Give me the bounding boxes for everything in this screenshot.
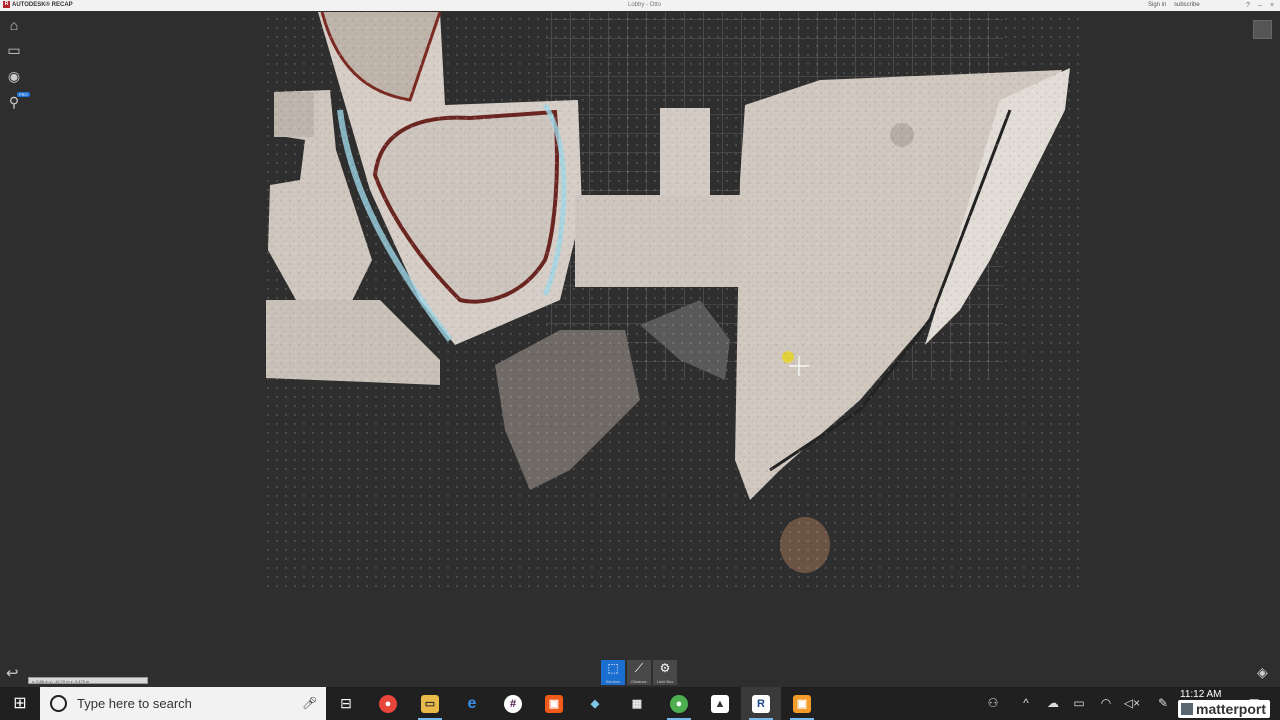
sign-in-link[interactable]: Sign in — [1148, 0, 1166, 11]
matterport-watermark: matterport — [1178, 700, 1271, 718]
volume-muted-icon[interactable]: ◁× — [1121, 687, 1143, 720]
wifi-icon[interactable]: ◠ — [1095, 687, 1117, 720]
orange-app-2-icon[interactable]: ▣ — [782, 687, 822, 720]
orange-app-icon[interactable]: ▣ — [534, 687, 574, 720]
subscribe-link[interactable]: subscribe — [1174, 0, 1200, 11]
minimize-icon[interactable]: – — [1255, 0, 1265, 11]
recap-logo-icon: R — [3, 0, 10, 8]
cortana-icon — [50, 695, 67, 712]
view-cube-button[interactable] — [1253, 20, 1272, 39]
chrome-icon[interactable]: ● — [368, 687, 408, 720]
home-icon[interactable]: ⌂ — [5, 16, 23, 34]
title-bar: R AUTODESK® RECAP Lobby - Otto Sign in su… — [0, 0, 1280, 11]
coordinate-readout: x: 0.86 m y: -10.70 m z: 3.470 m — [28, 677, 148, 684]
taskbar-search-box[interactable]: Type here to search 🎤︎ — [40, 687, 326, 720]
document-title: Lobby - Otto — [628, 2, 662, 8]
distance-measure-button[interactable]: ⟋ Distance — [627, 660, 651, 685]
distance-label: Distance — [631, 679, 647, 684]
help-icon[interactable]: ? — [1243, 0, 1253, 11]
recap-taskbar-icon[interactable]: R — [741, 687, 781, 720]
photos-icon[interactable]: ▲ — [700, 687, 740, 720]
matterport-logo-icon — [1181, 703, 1193, 715]
monitor-icon[interactable]: ▭ — [5, 41, 23, 59]
distance-measure-icon: ⟋ — [634, 661, 644, 675]
layers-icon[interactable]: ◈ — [1257, 664, 1268, 681]
task-view-icon[interactable]: ⊟ — [326, 687, 366, 720]
edge-icon[interactable]: e — [452, 687, 492, 720]
measure-toolbar: ⬚ Window ⟋ Distance ⚙ Limit Box — [601, 660, 677, 685]
pro-badge: PRO — [17, 92, 30, 97]
windows-start-icon[interactable]: ⊞ — [0, 687, 40, 720]
window-select-icon: ⬚ — [607, 661, 619, 675]
watermark-text: matterport — [1196, 701, 1267, 717]
onedrive-icon[interactable]: ☁ — [1042, 687, 1064, 720]
window-select-button[interactable]: ⬚ Window — [601, 660, 625, 685]
point-cloud-viewport[interactable] — [0, 11, 1280, 687]
app-brand: R AUTODESK® RECAP — [3, 0, 73, 11]
window-select-label: Window — [605, 679, 621, 684]
search-placeholder: Type here to search — [77, 696, 192, 711]
limit-box-icon: ⚙ — [659, 661, 671, 675]
taskbar-clock[interactable]: 11:12 AM — [1180, 689, 1222, 700]
limit-box-label: Limit Box — [656, 679, 674, 684]
app-title: AUTODESK® RECAP — [12, 2, 73, 8]
coordinate-text: x: 0.86 m y: -10.70 m z: 3.470 m — [32, 679, 90, 684]
people-icon[interactable]: ⚇ — [982, 687, 1004, 720]
back-arrow-icon[interactable]: ↩ — [6, 664, 19, 682]
sketch-app-icon[interactable]: ◆ — [575, 687, 615, 720]
calculator-icon[interactable]: ▦ — [617, 687, 657, 720]
windows-taskbar: ⊞ Type here to search 🎤︎ ⊟ ● ▭ e # ▣ ◆ ▦… — [0, 687, 1280, 720]
slack-icon[interactable]: # — [493, 687, 533, 720]
microphone-icon[interactable]: 🎤︎ — [302, 687, 317, 720]
file-explorer-icon[interactable]: ▭ — [410, 687, 450, 720]
limit-box-button[interactable]: ⚙ Limit Box — [653, 660, 677, 685]
chrome-profile-icon[interactable]: ● — [659, 687, 699, 720]
navigation-wheel-icon[interactable]: ◉ — [5, 67, 23, 85]
pen-icon[interactable]: ✎ — [1152, 687, 1174, 720]
battery-icon[interactable]: ▭ — [1068, 687, 1090, 720]
chevron-up-icon[interactable]: ^ — [1015, 687, 1037, 720]
point-cloud-scene — [260, 11, 1080, 592]
close-icon[interactable]: × — [1267, 0, 1277, 11]
